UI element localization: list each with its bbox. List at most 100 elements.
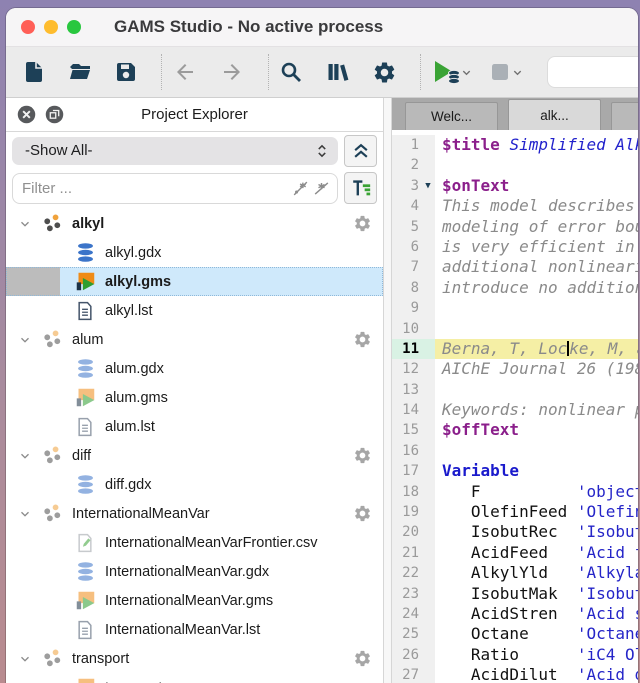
close-panel-button[interactable] xyxy=(16,104,37,125)
tree-item-diff.gdx[interactable]: diff.gdx xyxy=(6,470,383,499)
code-line[interactable]: 1$title Simplified Alk xyxy=(392,135,638,155)
wildcard-disabled-icon[interactable] xyxy=(312,179,331,198)
run-with-gdx-button[interactable] xyxy=(431,59,472,85)
tab-cutoff[interactable]: al xyxy=(611,102,638,130)
tree-item-label: transport.gms xyxy=(105,680,194,683)
gms-file-icon xyxy=(74,387,96,409)
project-options-gear[interactable] xyxy=(353,504,372,523)
code-editor[interactable]: 1$title Simplified Alk23▼$onText4This mo… xyxy=(392,130,638,683)
code-line[interactable]: 13 xyxy=(392,380,638,400)
panel-splitter[interactable] xyxy=(383,98,392,683)
code-text: AlkylYld 'Alkyla xyxy=(435,563,638,583)
minimize-window-button[interactable] xyxy=(44,20,58,34)
fold-marker[interactable]: ▼ xyxy=(421,176,435,196)
code-line[interactable]: 10 xyxy=(392,319,638,339)
float-panel-button[interactable] xyxy=(44,104,65,125)
code-line[interactable]: 20 IsobutRec 'Isobut xyxy=(392,522,638,542)
project-options-gear[interactable] xyxy=(353,446,372,465)
expand-chevron-icon[interactable] xyxy=(15,333,35,347)
open-file-button[interactable] xyxy=(67,60,93,84)
app-window: GAMS Studio - No active process Project … xyxy=(6,8,638,683)
zoom-window-button[interactable] xyxy=(67,20,81,34)
tree-item-transport.gms[interactable]: transport.gms xyxy=(6,673,383,683)
project-options-gear[interactable] xyxy=(353,214,372,233)
tree-item-transport[interactable]: transport xyxy=(6,644,383,673)
code-line[interactable]: 11Berna, T, Locke, M, a xyxy=(392,339,638,359)
code-text xyxy=(435,441,638,461)
tree-item-alkyl.lst[interactable]: alkyl.lst xyxy=(6,296,383,325)
show-all-dropdown[interactable]: -Show All- xyxy=(12,137,338,165)
code-line[interactable]: 24 AcidStren 'Acid s xyxy=(392,604,638,624)
code-line[interactable]: 17Variable xyxy=(392,461,638,481)
code-line[interactable]: 23 IsobutMak 'Isobut xyxy=(392,584,638,604)
code-line[interactable]: 26 Ratio 'iC4 Ol xyxy=(392,645,638,665)
expand-chevron-icon[interactable] xyxy=(15,217,35,231)
code-text: $onText xyxy=(435,176,638,196)
tree-item-InternationalMeanVar.gdx[interactable]: InternationalMeanVar.gdx xyxy=(6,557,383,586)
code-line[interactable]: 15$offText xyxy=(392,420,638,440)
code-text xyxy=(435,380,638,400)
forward-button[interactable] xyxy=(219,60,245,84)
tree-item-label: InternationalMeanVar.gms xyxy=(105,593,273,609)
save-button[interactable] xyxy=(114,60,138,84)
code-line[interactable]: 8introduce no addition xyxy=(392,278,638,298)
stop-button[interactable] xyxy=(488,60,523,84)
fold-gutter xyxy=(421,339,435,359)
code-line[interactable]: 25 Octane 'Octane xyxy=(392,624,638,644)
code-line[interactable]: 3▼$onText xyxy=(392,176,638,196)
tree-item-alum.gdx[interactable]: alum.gdx xyxy=(6,354,383,383)
project-options-gear[interactable] xyxy=(353,649,372,668)
model-library-button[interactable] xyxy=(324,60,351,84)
code-line[interactable]: 21 AcidFeed 'Acid f xyxy=(392,543,638,563)
search-button[interactable] xyxy=(279,60,303,84)
code-line[interactable]: 14Keywords: nonlinear p xyxy=(392,400,638,420)
code-line[interactable]: 12AIChE Journal 26 (198 xyxy=(392,359,638,379)
code-line[interactable]: 6is very efficient in xyxy=(392,237,638,257)
tab-alkyl-active[interactable]: alk... xyxy=(508,99,601,130)
code-line[interactable]: 9 xyxy=(392,298,638,318)
tree-item-InternationalMeanVarFrontier.csv[interactable]: InternationalMeanVarFrontier.csv xyxy=(6,528,383,557)
close-window-button[interactable] xyxy=(21,20,35,34)
expand-chevron-icon[interactable] xyxy=(15,449,35,463)
code-line[interactable]: 27 AcidDilut 'Acid d xyxy=(392,665,638,683)
code-text: Keywords: nonlinear p xyxy=(435,400,638,420)
code-line[interactable]: 5modeling of error bou xyxy=(392,217,638,237)
line-number: 15 xyxy=(392,420,421,440)
type-filter-button[interactable] xyxy=(344,172,377,204)
tree-item-alkyl[interactable]: alkyl xyxy=(6,209,383,238)
code-line[interactable]: 4This model describes xyxy=(392,196,638,216)
code-line[interactable]: 18 F 'object xyxy=(392,482,638,502)
toolbar-field[interactable] xyxy=(547,56,638,88)
tree-item-alkyl.gdx[interactable]: alkyl.gdx xyxy=(6,238,383,267)
code-line[interactable]: 7additional nonlineari xyxy=(392,257,638,277)
tab-welcome[interactable]: Welc... xyxy=(405,102,498,130)
settings-button[interactable] xyxy=(372,60,397,85)
code-line[interactable]: 16 xyxy=(392,441,638,461)
tree-item-alkyl.gms[interactable]: alkyl.gms xyxy=(6,267,383,296)
tree-item-alum.gms[interactable]: alum.gms xyxy=(6,383,383,412)
expand-chevron-icon[interactable] xyxy=(15,507,35,521)
project-options-gear[interactable] xyxy=(353,330,372,349)
tree-item-alum.lst[interactable]: alum.lst xyxy=(6,412,383,441)
main-toolbar xyxy=(6,47,638,98)
fold-gutter xyxy=(421,441,435,461)
filter-input[interactable]: Filter ... xyxy=(12,173,338,204)
expand-chevron-icon[interactable] xyxy=(15,652,35,666)
back-button[interactable] xyxy=(172,60,198,84)
project-filter-row: -Show All- xyxy=(6,132,383,169)
tree-item-diff[interactable]: diff xyxy=(6,441,383,470)
line-number: 6 xyxy=(392,237,421,257)
collapse-all-button[interactable] xyxy=(344,135,377,167)
code-line[interactable]: 2 xyxy=(392,155,638,175)
tree-item-InternationalMeanVar[interactable]: InternationalMeanVar xyxy=(6,499,383,528)
tree-item-InternationalMeanVar.lst[interactable]: InternationalMeanVar.lst xyxy=(6,615,383,644)
tree-item-alum[interactable]: alum xyxy=(6,325,383,354)
tree-item-InternationalMeanVar.gms[interactable]: InternationalMeanVar.gms xyxy=(6,586,383,615)
regex-disabled-icon[interactable] xyxy=(291,179,310,198)
new-file-button[interactable] xyxy=(22,60,46,84)
code-line[interactable]: 19 OlefinFeed 'Olefin xyxy=(392,502,638,522)
code-text: Variable xyxy=(435,461,638,481)
tree-item-label: transport xyxy=(72,651,129,667)
code-line[interactable]: 22 AlkylYld 'Alkyla xyxy=(392,563,638,583)
fold-gutter xyxy=(421,298,435,318)
